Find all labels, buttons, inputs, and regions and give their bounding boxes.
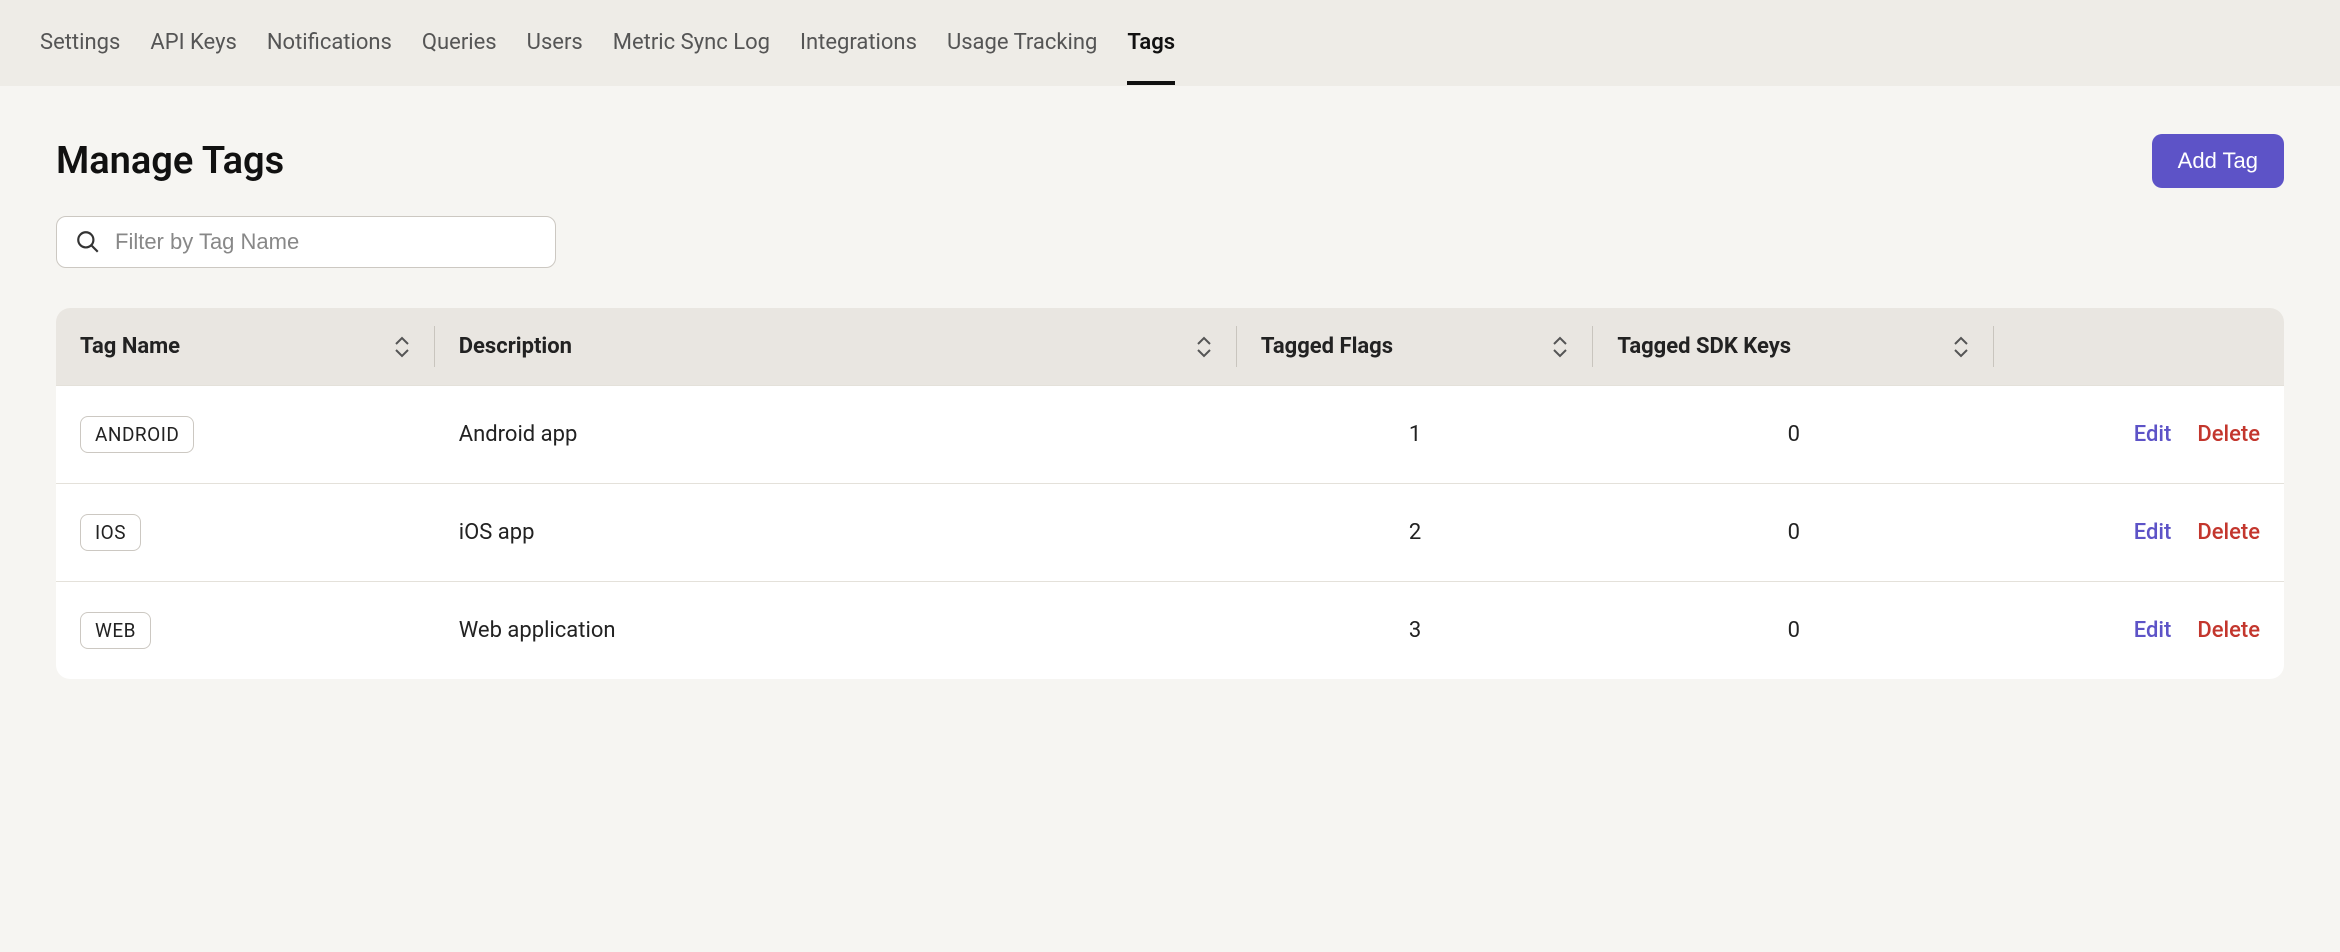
sort-icon xyxy=(393,336,411,358)
tag-chip: ANDROID xyxy=(80,416,194,453)
tagged-sdk-keys-cell: 0 xyxy=(1593,484,1994,582)
table-row: WEB Web application30 Edit Delete xyxy=(56,582,2284,680)
delete-link[interactable]: Delete xyxy=(2197,618,2260,643)
nav-tab-users[interactable]: Users xyxy=(527,0,583,85)
table-row: IOS iOS app20 Edit Delete xyxy=(56,484,2284,582)
delete-link[interactable]: Delete xyxy=(2197,422,2260,447)
tagged-flags-cell: 1 xyxy=(1237,386,1593,484)
edit-link[interactable]: Edit xyxy=(2134,422,2172,447)
nav-tab-queries[interactable]: Queries xyxy=(422,0,497,85)
tagged-flags-cell: 3 xyxy=(1237,582,1593,680)
column-header-actions xyxy=(1994,308,2284,386)
settings-nav-bar: Settings API Keys Notifications Queries User… xyxy=(0,0,2340,86)
sort-icon xyxy=(1952,336,1970,358)
nav-tab-api-keys[interactable]: API Keys xyxy=(150,0,237,85)
column-label: Tag Name xyxy=(80,334,180,359)
nav-tab-integrations[interactable]: Integrations xyxy=(800,0,917,85)
tag-chip: IOS xyxy=(80,514,141,551)
description-cell: Web application xyxy=(435,582,1237,680)
nav-tab-metric-sync-log[interactable]: Metric Sync Log xyxy=(613,0,770,85)
description-cell: Android app xyxy=(435,386,1237,484)
column-header-tag-name[interactable]: Tag Name xyxy=(56,308,435,386)
column-header-tagged-flags[interactable]: Tagged Flags xyxy=(1237,308,1593,386)
nav-tab-settings[interactable]: Settings xyxy=(40,0,120,85)
edit-link[interactable]: Edit xyxy=(2134,618,2172,643)
tagged-sdk-keys-cell: 0 xyxy=(1593,386,1994,484)
tag-chip: WEB xyxy=(80,612,151,649)
search-icon xyxy=(75,229,101,255)
sort-icon xyxy=(1195,336,1213,358)
nav-tab-tags[interactable]: Tags xyxy=(1127,0,1175,85)
nav-tab-notifications[interactable]: Notifications xyxy=(267,0,392,85)
column-header-tagged-sdk-keys[interactable]: Tagged SDK Keys xyxy=(1593,308,1994,386)
column-label: Tagged SDK Keys xyxy=(1617,334,1791,359)
delete-link[interactable]: Delete xyxy=(2197,520,2260,545)
sort-icon xyxy=(1551,336,1569,358)
tagged-sdk-keys-cell: 0 xyxy=(1593,582,1994,680)
filter-box[interactable] xyxy=(56,216,556,268)
tagged-flags-cell: 2 xyxy=(1237,484,1593,582)
table-row: ANDROID Android app10 Edit Delete xyxy=(56,386,2284,484)
column-header-description[interactable]: Description xyxy=(435,308,1237,386)
add-tag-button[interactable]: Add Tag xyxy=(2152,134,2284,188)
tags-table: Tag Name Description xyxy=(56,308,2284,679)
page-title: Manage Tags xyxy=(56,139,284,183)
edit-link[interactable]: Edit xyxy=(2134,520,2172,545)
column-label: Tagged Flags xyxy=(1261,334,1393,359)
nav-tab-usage-tracking[interactable]: Usage Tracking xyxy=(947,0,1097,85)
filter-input[interactable] xyxy=(115,229,537,255)
column-label: Description xyxy=(459,334,572,359)
description-cell: iOS app xyxy=(435,484,1237,582)
